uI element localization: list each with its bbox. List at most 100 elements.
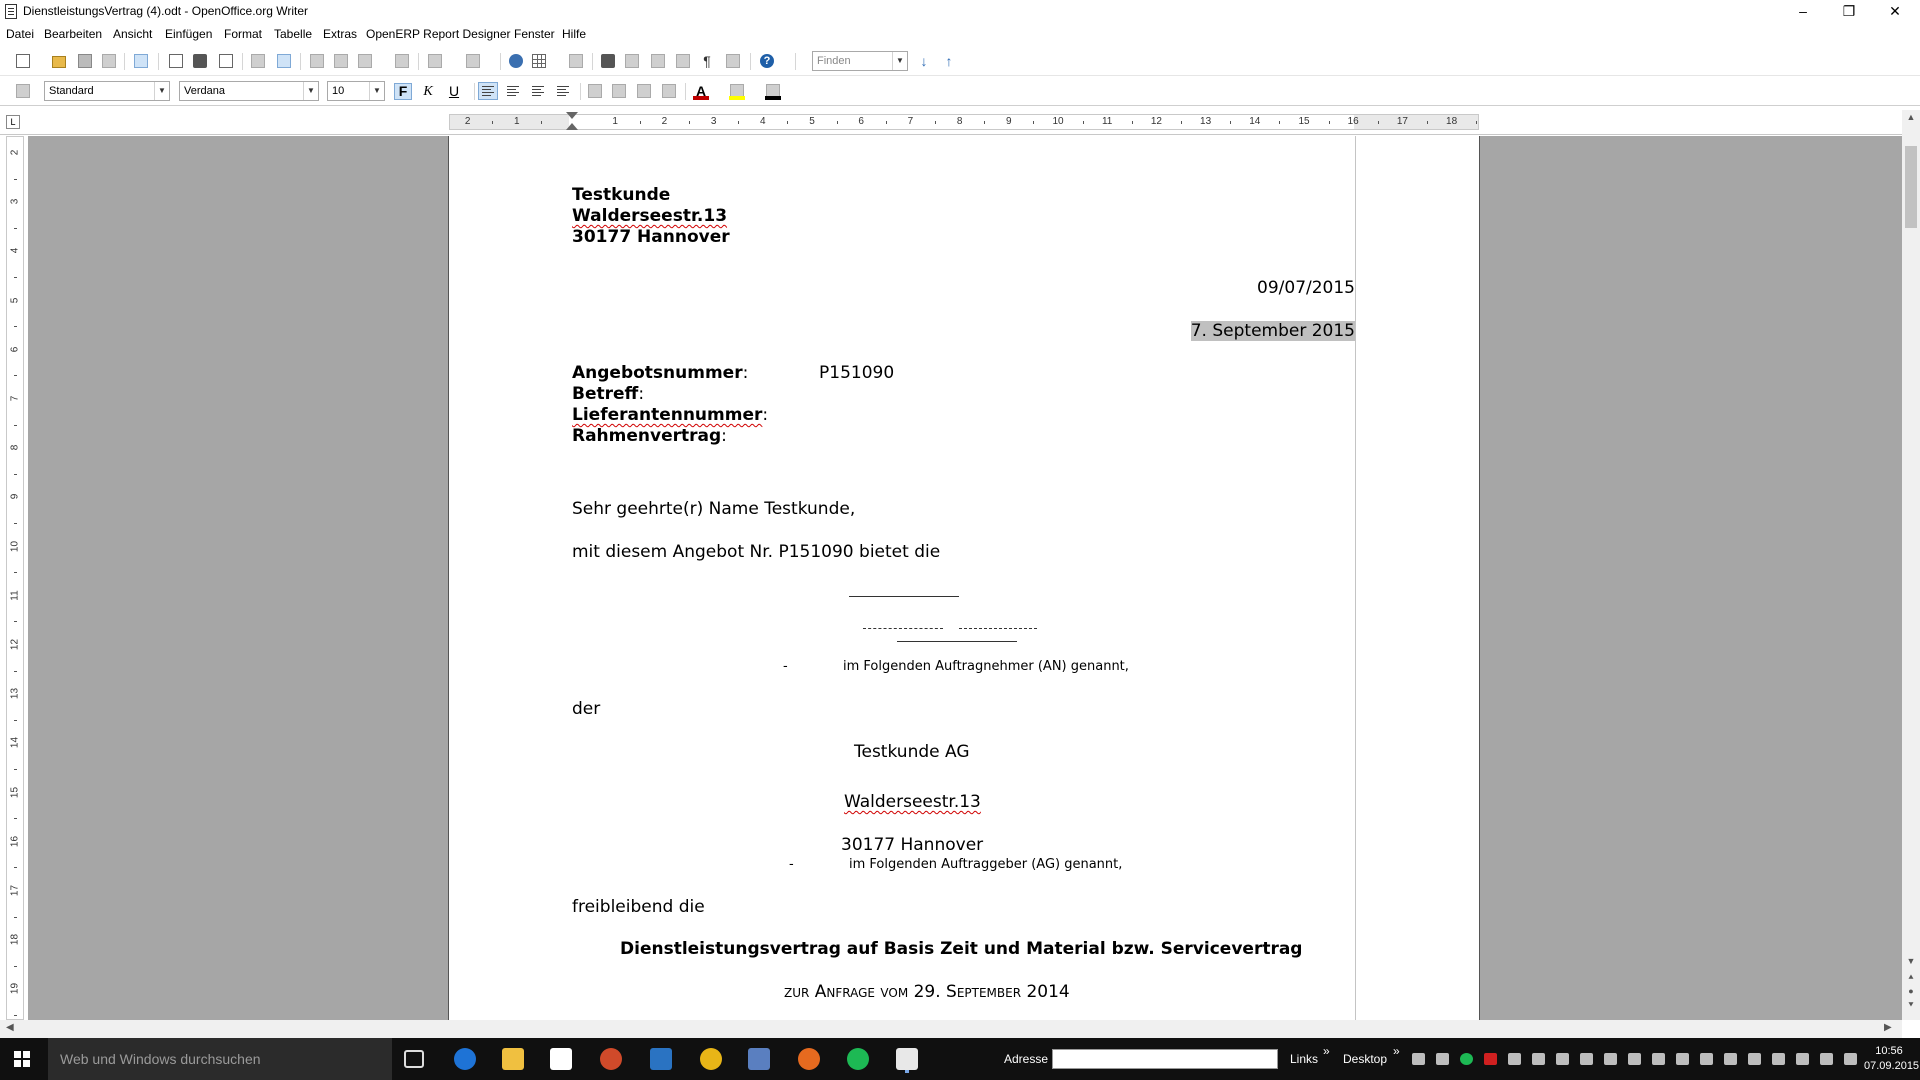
bold-button[interactable]: F xyxy=(394,83,412,100)
undo-icon[interactable] xyxy=(428,54,442,68)
tray-app-icon-3[interactable] xyxy=(1556,1053,1569,1065)
system-clock[interactable]: 10:56 07.09.2015 xyxy=(1864,1044,1919,1074)
tray-app-icon-8[interactable] xyxy=(1676,1053,1689,1065)
tray-app-icon-2[interactable] xyxy=(1532,1053,1545,1065)
minimize-button[interactable]: – xyxy=(1780,0,1826,24)
tray-app-icon-7[interactable] xyxy=(1652,1053,1665,1065)
document-page[interactable]: ⁠ Testkunde Walderseestr.13 30177 Hannov… xyxy=(448,136,1480,1020)
restore-button[interactable]: ❐ xyxy=(1826,0,1872,24)
tray-spotify-icon[interactable] xyxy=(1460,1053,1473,1065)
gallery-icon[interactable] xyxy=(651,54,665,68)
horizontal-scrollbar[interactable]: ◀ ▶ xyxy=(0,1020,1902,1038)
date-field[interactable]: 7. September 2015 xyxy=(1190,321,1355,341)
tray-cloud-icon[interactable] xyxy=(1436,1053,1449,1065)
format-paintbrush-icon[interactable] xyxy=(395,54,409,68)
tray-network-icon[interactable] xyxy=(1412,1053,1425,1065)
first-line-indent-marker[interactable] xyxy=(566,112,578,119)
tray-app-icon-1[interactable] xyxy=(1508,1053,1521,1065)
menu-extras[interactable]: Extras xyxy=(323,27,357,41)
formatting-marks-icon[interactable]: ¶ xyxy=(700,54,714,68)
scroll-left-icon[interactable]: ◀ xyxy=(6,1022,14,1033)
menu-tabelle[interactable]: Tabelle xyxy=(274,27,312,41)
tray-app-icon-12[interactable] xyxy=(1772,1053,1785,1065)
italic-button[interactable]: K xyxy=(419,83,437,100)
menu-format[interactable]: Format xyxy=(224,27,262,41)
edit-file-icon[interactable] xyxy=(134,54,148,68)
menu-hilfe[interactable]: Hilfe xyxy=(562,27,586,41)
data-sources-icon[interactable] xyxy=(676,54,690,68)
links-chevron-icon[interactable]: » xyxy=(1323,1044,1330,1058)
vertical-scrollbar[interactable]: ▲ ▼ ⯅ ● ⯆ xyxy=(1902,110,1920,1020)
copy-icon[interactable] xyxy=(334,54,348,68)
network-app-icon[interactable] xyxy=(748,1048,770,1070)
font-size-select[interactable]: 10 ▼ xyxy=(327,81,385,101)
find-previous-icon[interactable]: ↑ xyxy=(942,54,956,68)
edge-browser-icon[interactable] xyxy=(454,1048,476,1070)
navigator-circle-icon[interactable]: ● xyxy=(1902,986,1920,996)
tray-volume-icon[interactable] xyxy=(1820,1053,1833,1065)
auto-spellcheck-icon[interactable] xyxy=(277,54,291,68)
menu-einfuegen[interactable]: Einfügen xyxy=(165,27,212,41)
tray-app-icon-5[interactable] xyxy=(1604,1053,1617,1065)
file-explorer-icon[interactable] xyxy=(502,1048,524,1070)
tray-wifi-icon[interactable] xyxy=(1796,1053,1809,1065)
tray-app-icon-9[interactable] xyxy=(1700,1053,1713,1065)
close-button[interactable]: ✕ xyxy=(1872,0,1918,24)
menu-ansicht[interactable]: Ansicht xyxy=(113,27,152,41)
scroll-right-icon[interactable]: ▶ xyxy=(1884,1022,1892,1033)
taskbar-search-input[interactable]: Web und Windows durchsuchen xyxy=(48,1038,392,1080)
print-preview-icon[interactable] xyxy=(219,54,233,68)
font-name-select[interactable]: Verdana ▼ xyxy=(179,81,319,101)
left-indent-marker[interactable] xyxy=(566,123,578,130)
numbering-icon[interactable] xyxy=(588,84,602,98)
hyperlink-icon[interactable] xyxy=(509,54,523,68)
find-replace-icon[interactable] xyxy=(601,54,615,68)
tray-app-icon-10[interactable] xyxy=(1724,1053,1737,1065)
spotify-icon[interactable] xyxy=(847,1048,869,1070)
windows-start-icon[interactable] xyxy=(14,1051,30,1067)
tab-type-selector[interactable]: L xyxy=(6,115,20,129)
scroll-up-icon[interactable]: ▲ xyxy=(1902,112,1920,122)
scroll-thumb[interactable] xyxy=(1905,146,1917,228)
increase-indent-icon[interactable] xyxy=(662,84,676,98)
new-document-icon[interactable] xyxy=(16,54,30,68)
action-center-icon[interactable] xyxy=(1844,1053,1857,1065)
align-left-button[interactable] xyxy=(478,82,498,100)
tray-app-icon-4[interactable] xyxy=(1580,1053,1593,1065)
styles-formatting-icon[interactable] xyxy=(16,84,30,98)
firefox-browser-icon[interactable] xyxy=(798,1048,820,1070)
redo-icon[interactable] xyxy=(466,54,480,68)
tray-app-icon-11[interactable] xyxy=(1748,1053,1761,1065)
links-toolbar[interactable]: Links xyxy=(1290,1052,1318,1066)
horizontal-ruler[interactable]: 2 1 1 2 3 4 5 6 7 8 9 10 11 12 13 14 15 16 17 18 xyxy=(449,114,1479,130)
store-icon[interactable] xyxy=(550,1048,572,1070)
desktop-chevron-icon[interactable]: » xyxy=(1393,1044,1400,1058)
paste-icon[interactable] xyxy=(358,54,372,68)
bullets-icon[interactable] xyxy=(612,84,626,98)
menu-fenster[interactable]: Fenster xyxy=(514,27,555,41)
scroll-down-icon[interactable]: ▼ xyxy=(1902,956,1920,966)
save-icon[interactable] xyxy=(78,54,92,68)
menu-datei[interactable]: Datei xyxy=(6,27,34,41)
app-icon-blue[interactable] xyxy=(650,1048,672,1070)
email-document-icon[interactable] xyxy=(102,54,116,68)
align-right-button[interactable] xyxy=(528,82,548,100)
tray-app-icon-6[interactable] xyxy=(1628,1053,1641,1065)
paragraph-style-select[interactable]: Standard ▼ xyxy=(44,81,170,101)
justify-button[interactable] xyxy=(553,82,573,100)
previous-page-icon[interactable]: ⯅ xyxy=(1902,972,1920,983)
underline-button[interactable]: U xyxy=(445,83,463,100)
menu-openerp-report-designer[interactable]: OpenERP Report Designer xyxy=(366,27,511,41)
find-next-icon[interactable]: ↓ xyxy=(917,54,931,68)
menu-bearbeiten[interactable]: Bearbeiten xyxy=(44,27,102,41)
decrease-indent-icon[interactable] xyxy=(637,84,651,98)
open-folder-icon[interactable] xyxy=(52,56,66,68)
align-center-button[interactable] xyxy=(503,82,523,100)
zoom-icon[interactable] xyxy=(726,54,740,68)
cut-icon[interactable] xyxy=(310,54,324,68)
table-icon[interactable] xyxy=(532,54,546,68)
chrome-browser-icon[interactable] xyxy=(700,1048,722,1070)
export-pdf-icon[interactable] xyxy=(169,54,183,68)
tray-red-app-icon[interactable] xyxy=(1484,1053,1497,1065)
navigator-icon[interactable] xyxy=(625,54,639,68)
